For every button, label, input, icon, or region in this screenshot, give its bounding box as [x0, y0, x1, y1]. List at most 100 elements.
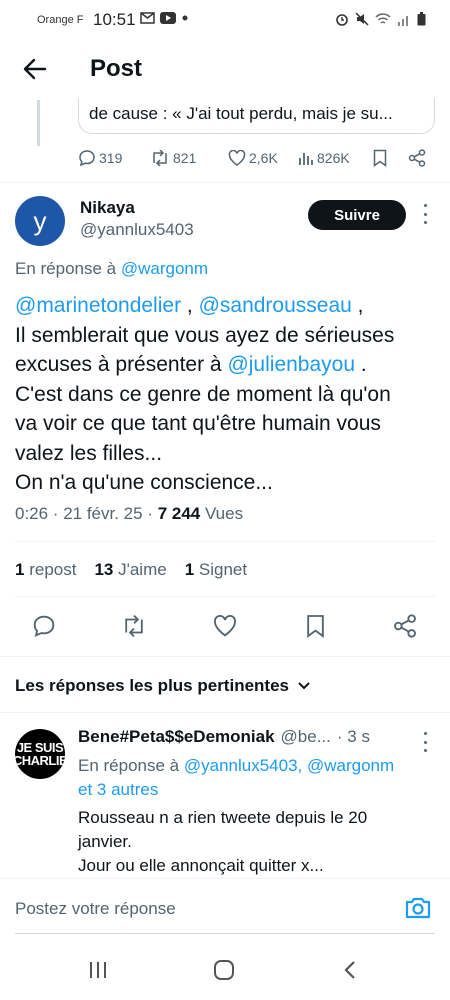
view-count: 7 244 [157, 504, 201, 523]
reply-avatar-text: CHARLIE [15, 753, 65, 768]
mention-separator: , [181, 294, 199, 317]
reply-author-name[interactable]: Bene#Peta$$eDemoniak [78, 727, 275, 747]
like-metric[interactable]: 2,6K [228, 150, 278, 166]
home-button[interactable] [210, 956, 238, 984]
bookmark-button[interactable] [373, 149, 387, 167]
post-meta: 0:26 · 21 févr. 25 · 7 244 Vues [15, 504, 243, 524]
avatar[interactable]: y [15, 196, 65, 246]
chevron-left-icon [344, 961, 355, 979]
system-nav-bar [0, 940, 450, 1000]
reply-to-more[interactable]: et 3 autres [78, 780, 158, 799]
reposts-label: repost [29, 560, 77, 579]
share-button[interactable] [408, 149, 426, 167]
reply-line: Jour ou elle annonçait quitter x... [78, 856, 324, 875]
post-line-part: . [355, 353, 367, 376]
bookmark-button[interactable] [301, 612, 329, 640]
avatar-letter: y [33, 205, 47, 236]
battery-icon [417, 12, 426, 26]
signal-icon [398, 15, 408, 26]
reposts-stat[interactable]: 1 repost [15, 560, 76, 580]
divider [15, 596, 435, 597]
camera-button[interactable] [404, 895, 434, 923]
reply-to-link[interactable]: @wargonm [121, 259, 208, 278]
like-button[interactable] [211, 612, 239, 640]
post-stats: 1 repost 13 J'aime 1 Signet [15, 560, 247, 580]
reply-icon [33, 615, 55, 637]
bookmarks-stat[interactable]: 1 Signet [185, 560, 247, 580]
more-options-icon[interactable] [420, 204, 430, 224]
camera-icon [405, 897, 431, 919]
gmail-icon [140, 12, 155, 24]
bookmarks-label: Signet [198, 560, 248, 579]
mention-link[interactable]: @julienbayou [227, 353, 355, 376]
recent-apps-icon [90, 962, 106, 978]
post-line: C'est dans ce genre de moment là qu'on [15, 382, 391, 406]
reply-line: janvier. [78, 832, 132, 851]
mention-link[interactable]: @sandrousseau [199, 294, 352, 317]
page-title: Post [90, 55, 143, 82]
reply-to-prefix: En réponse à [15, 259, 117, 278]
quoted-post-card[interactable]: de cause : « J'ai tout perdu, mais je su… [78, 98, 435, 134]
dot-icon [182, 15, 188, 21]
reply-to-prefix: En réponse à [78, 756, 180, 775]
system-icons [335, 12, 426, 26]
post-timestamp[interactable]: 0:26 · 21 févr. 25 · [15, 504, 158, 523]
reply-metric[interactable]: 319 [78, 149, 122, 167]
like-count: 2,6K [249, 150, 278, 166]
repost-metric[interactable]: 821 [150, 150, 196, 166]
repost-button[interactable] [120, 612, 148, 640]
analytics-icon [299, 153, 313, 165]
system-back-button[interactable] [336, 956, 364, 984]
back-button[interactable] [20, 54, 50, 84]
post-line: valez les filles... [15, 441, 163, 465]
thread-connector [37, 100, 40, 146]
post-line: va voir ce que tant qu'être humain vous [15, 412, 381, 435]
heart-icon [228, 150, 246, 166]
input-underline [15, 933, 435, 934]
mention-end: , [351, 294, 364, 317]
views-metric[interactable]: 826K [298, 150, 350, 166]
share-button[interactable] [391, 612, 419, 640]
post-text: @marinetondelier , @sandrousseau , Il se… [15, 291, 435, 498]
reply-text[interactable]: Rousseau n a rien tweete depuis le 20 ja… [78, 806, 438, 878]
reply-input[interactable]: Postez votre réponse [15, 899, 176, 919]
reply-to-links[interactable]: @yannlux5403, @wargonm [184, 756, 394, 775]
author-handle[interactable]: @yannlux5403 [80, 220, 194, 240]
likes-stat[interactable]: 13 J'aime [94, 560, 166, 580]
post-line: Il semblerait que vous ayez de sérieuses [15, 323, 395, 347]
repost-count: 821 [173, 150, 197, 166]
reply-button[interactable] [30, 612, 58, 640]
reply-composer: Postez votre réponse [0, 878, 450, 940]
clock: 10:51 [93, 10, 136, 29]
likes-count: 13 [94, 560, 114, 579]
alarm-icon [336, 14, 348, 26]
arrow-left-icon [23, 58, 47, 80]
repost-icon [125, 615, 143, 637]
heart-icon [214, 615, 236, 637]
bookmarks-count: 1 [184, 560, 195, 579]
home-icon [214, 960, 234, 980]
reply-header: Bene#Peta$$eDemoniak @be... · 3 s [78, 727, 428, 747]
divider [0, 712, 450, 713]
reply-author-handle[interactable]: @be... [281, 727, 331, 747]
carrier-label: Orange F [37, 14, 84, 26]
author-name[interactable]: Nikaya [80, 198, 135, 218]
views-count: 826K [317, 150, 350, 166]
post-actions [0, 606, 450, 646]
reposts-count: 1 [15, 560, 25, 579]
reply-timestamp: · 3 s [336, 727, 370, 746]
replies-sort-selector[interactable]: Les réponses les plus pertinentes [15, 676, 311, 696]
bookmark-icon [306, 615, 324, 638]
parent-metrics: 319 821 2,6K 826K [78, 146, 438, 170]
follow-button[interactable]: Suivre [308, 200, 406, 230]
recent-apps-button[interactable] [84, 956, 112, 984]
notification-icons [140, 12, 189, 24]
reply-avatar[interactable]: JE SUIS CHARLIE [15, 729, 65, 779]
reply-line: Rousseau n a rien tweete depuis le 20 [78, 808, 368, 827]
divider [15, 541, 435, 542]
youtube-icon [160, 12, 176, 24]
status-bar: Orange F 10:51 [0, 0, 450, 40]
mention-link[interactable]: @marinetondelier [15, 294, 181, 317]
more-options-icon[interactable] [420, 732, 430, 752]
share-icon [394, 614, 416, 638]
